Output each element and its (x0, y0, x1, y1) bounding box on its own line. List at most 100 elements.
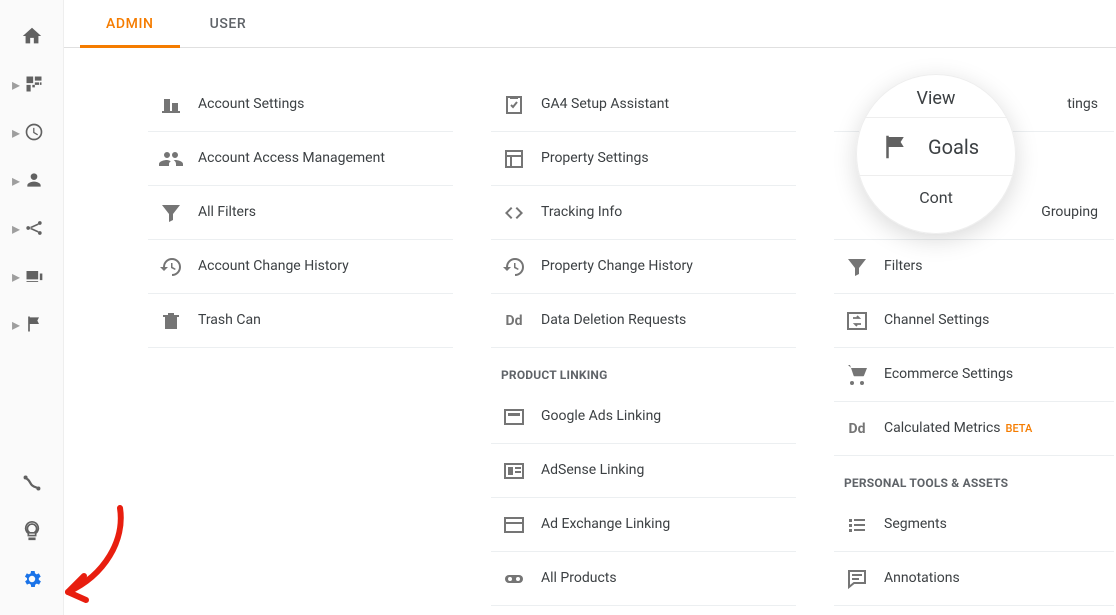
panel-icon (501, 404, 527, 430)
lightbulb-icon (20, 519, 44, 543)
sidebar-acquisition[interactable]: ▸ (0, 204, 63, 252)
sidebar-conversions[interactable]: ▸ (0, 300, 63, 348)
row-google-ads-linking[interactable]: Google Ads Linking (491, 390, 796, 444)
row-annotations[interactable]: Annotations (834, 552, 1114, 606)
row-label: Account Change History (198, 257, 349, 276)
row-label: Tracking Info (541, 203, 622, 222)
row-label: Trash Can (198, 311, 261, 330)
flag-icon (22, 312, 46, 336)
tab-admin[interactable]: ADMIN (106, 0, 154, 47)
checklist-icon (501, 92, 527, 118)
person-icon (22, 168, 46, 192)
tab-user[interactable]: USER (210, 0, 247, 47)
row-account-history[interactable]: Account Change History (148, 240, 453, 294)
row-ga4-assistant[interactable]: GA4 Setup Assistant (491, 78, 796, 132)
screens-icon (22, 264, 46, 288)
sidebar-discover[interactable] (0, 507, 63, 555)
dd-icon: Dd (501, 308, 527, 334)
row-trash-can[interactable]: Trash Can (148, 294, 453, 348)
sidebar-home[interactable] (0, 12, 63, 60)
history-icon (158, 254, 184, 280)
group-icon (158, 146, 184, 172)
row-label: Account Settings (198, 95, 304, 114)
path-icon (20, 471, 44, 495)
gear-icon (20, 567, 44, 591)
row-segments[interactable]: Segments (834, 498, 1114, 552)
row-label: Channel Settings (884, 311, 989, 330)
sidebar-behavior[interactable]: ▸ (0, 252, 63, 300)
layout-icon (501, 146, 527, 172)
dashboard-icon (22, 72, 46, 96)
funnel-icon (158, 200, 184, 226)
section-product-linking: PRODUCT LINKING (491, 348, 796, 390)
branch-icon (22, 216, 46, 240)
row-label: Ad Exchange Linking (541, 515, 670, 534)
building-icon (158, 92, 184, 118)
row-channel-settings[interactable]: Channel Settings (834, 294, 1114, 348)
magnifier-view-label: View (856, 82, 1016, 118)
sidebar-customization[interactable]: ▸ (0, 60, 63, 108)
row-label: AdSense Linking (541, 461, 644, 480)
caret-right-icon: ▸ (12, 224, 20, 232)
column-account: Account Settings Account Access Manageme… (148, 78, 453, 615)
row-account-access[interactable]: Account Access Management (148, 132, 453, 186)
comment-icon (844, 566, 870, 592)
row-label: Property Settings (541, 149, 649, 168)
magnifier-goals-label: Goals (928, 135, 979, 159)
row-label: Data Deletion Requests (541, 311, 686, 330)
caret-right-icon: ▸ (12, 320, 20, 328)
row-adexchange-linking[interactable]: Ad Exchange Linking (491, 498, 796, 552)
history-icon (501, 254, 527, 280)
dd-icon: Dd (844, 416, 870, 442)
magnifier-goals-row: Goals (856, 118, 1016, 176)
caret-right-icon: ▸ (12, 176, 20, 184)
row-account-settings[interactable]: Account Settings (148, 78, 453, 132)
row-filters[interactable]: Filters (834, 240, 1114, 294)
row-label: Account Access Management (198, 149, 385, 168)
row-property-history[interactable]: Property Change History (491, 240, 796, 294)
clock-icon (22, 120, 46, 144)
tabs-bar: ADMIN USER (64, 0, 1116, 48)
row-label: Google Ads Linking (541, 407, 661, 426)
row-calculated-metrics[interactable]: Dd Calculated MetricsBETA (834, 402, 1114, 456)
beta-badge: BETA (1006, 422, 1033, 435)
funnel-icon (844, 254, 870, 280)
row-tracking-info[interactable]: Tracking Info (491, 186, 796, 240)
row-all-filters[interactable]: All Filters (148, 186, 453, 240)
cart-icon (844, 362, 870, 388)
caret-right-icon: ▸ (12, 272, 20, 280)
row-label: All Filters (198, 203, 256, 222)
trash-icon (158, 308, 184, 334)
row-label: Ecommerce Settings (884, 365, 1013, 384)
caret-right-icon: ▸ (12, 128, 20, 136)
row-label: Calculated MetricsBETA (884, 419, 1032, 438)
panel3-icon (501, 512, 527, 538)
row-property-settings[interactable]: Property Settings (491, 132, 796, 186)
column-property: GA4 Setup Assistant Property Settings Tr… (491, 78, 796, 615)
link-icon (501, 566, 527, 592)
row-label: Grouping (1041, 203, 1104, 222)
row-label: Annotations (884, 569, 960, 588)
sidebar-realtime[interactable]: ▸ (0, 108, 63, 156)
row-adsense-linking[interactable]: AdSense Linking (491, 444, 796, 498)
panel2-icon (501, 458, 527, 484)
segments-icon (844, 512, 870, 538)
row-label: Filters (884, 257, 923, 276)
row-ecommerce-settings[interactable]: Ecommerce Settings (834, 348, 1114, 402)
sidebar-admin-gear[interactable] (0, 555, 63, 603)
caret-right-icon: ▸ (12, 80, 20, 88)
row-label: tings (1067, 95, 1104, 114)
left-sidebar: ▸ ▸ ▸ ▸ ▸ (0, 0, 64, 615)
sidebar-audience[interactable]: ▸ (0, 156, 63, 204)
row-data-deletion[interactable]: Dd Data Deletion Requests (491, 294, 796, 348)
swap-icon (844, 308, 870, 334)
row-label: Segments (884, 515, 947, 534)
magnifier-overlay: View Goals Cont (856, 74, 1016, 234)
code-icon (501, 200, 527, 226)
row-label: GA4 Setup Assistant (541, 95, 669, 114)
row-all-products[interactable]: All Products (491, 552, 796, 606)
flag-icon (880, 132, 910, 162)
home-icon (20, 24, 44, 48)
sidebar-attribution[interactable] (0, 459, 63, 507)
row-label: All Products (541, 569, 617, 588)
